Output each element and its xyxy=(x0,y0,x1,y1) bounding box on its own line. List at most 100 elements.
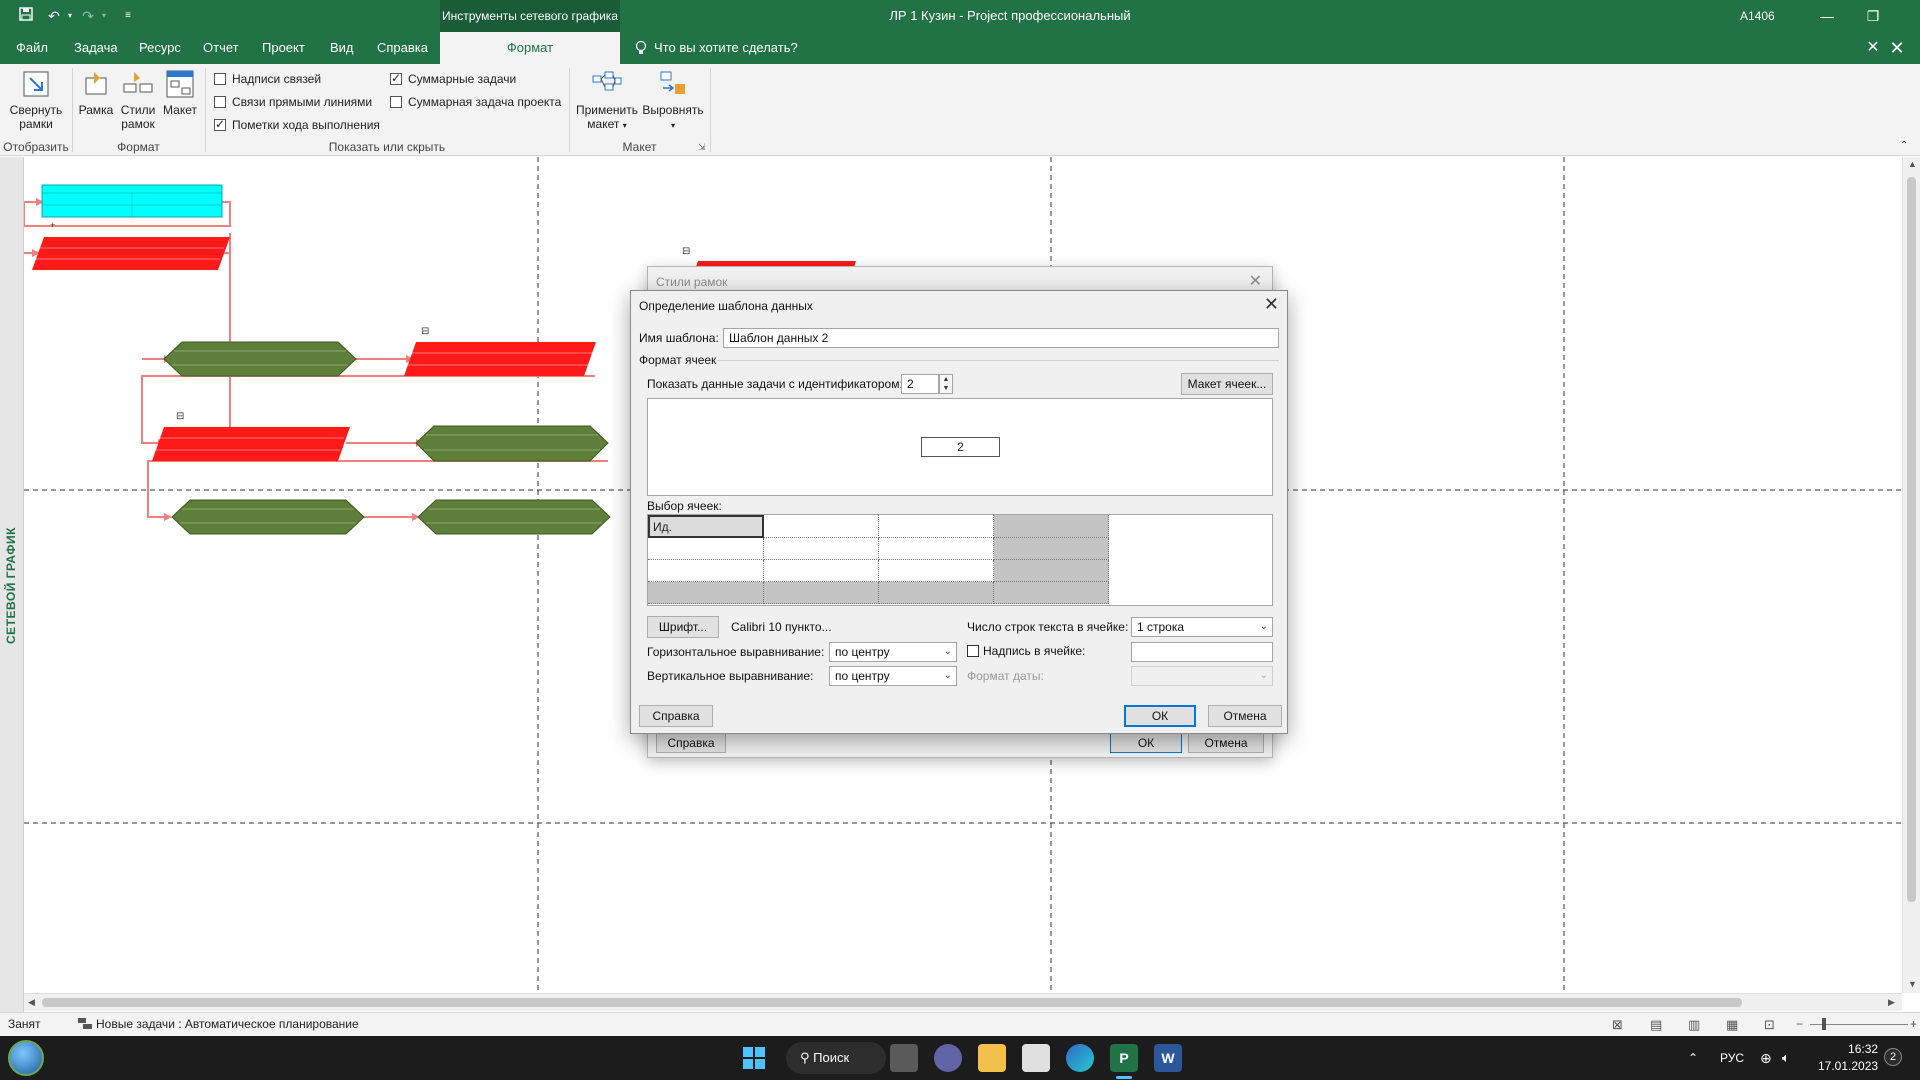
undo-dropdown-icon[interactable]: ▾ xyxy=(60,6,80,26)
word-app-icon[interactable]: W xyxy=(1154,1044,1182,1072)
scroll-left-icon[interactable]: ◀ xyxy=(28,997,35,1008)
checkbox[interactable] xyxy=(214,73,226,85)
tab-resource[interactable]: Ресурс xyxy=(137,32,183,64)
grid-cell[interactable] xyxy=(648,560,764,582)
tab-project[interactable]: Проект xyxy=(260,32,307,64)
chk-link-labels[interactable]: Надписи связей xyxy=(214,72,321,86)
font-button[interactable]: Шрифт... xyxy=(647,616,719,638)
network-icon[interactable]: ⊕ xyxy=(1760,1036,1772,1080)
zoom-slider-thumb[interactable] xyxy=(1822,1018,1826,1030)
volume-icon[interactable]: 🔈︎ xyxy=(1782,1036,1790,1080)
network-view-icon[interactable]: ⊠ xyxy=(1612,1017,1623,1033)
gantt-view-icon[interactable]: ▤ xyxy=(1650,1017,1662,1033)
tab-file[interactable]: Файл xyxy=(14,32,50,64)
sheet-view-icon[interactable]: ▦ xyxy=(1726,1017,1738,1033)
close-icon[interactable]: ✕ xyxy=(1249,271,1262,291)
grid-cell[interactable] xyxy=(764,515,879,538)
checkbox[interactable] xyxy=(967,645,979,657)
restore-icon[interactable]: ❐ xyxy=(1850,0,1896,32)
checkbox[interactable] xyxy=(390,96,402,108)
close-icon[interactable]: ✕ xyxy=(1264,294,1279,315)
grid-cell[interactable] xyxy=(879,538,994,560)
h-align-select[interactable]: по центру ⌄ xyxy=(829,642,957,662)
redo-dropdown-icon[interactable]: ▾ xyxy=(94,6,114,26)
cell-selection-grid[interactable]: Ид. xyxy=(647,514,1273,606)
help-button[interactable]: Справка xyxy=(639,705,713,727)
horizontal-scrollbar[interactable]: ◀ ▶ xyxy=(24,993,1902,1011)
cell-layout-button[interactable]: Макет ячеек... xyxy=(1181,373,1273,395)
cell-label-checkbox[interactable]: Надпись в ячейке: xyxy=(967,644,1085,658)
scroll-thumb[interactable] xyxy=(1907,177,1916,902)
box-styles-cancel-button[interactable]: Отмена xyxy=(1188,733,1264,753)
v-align-select[interactable]: по центру ⌄ xyxy=(829,666,957,686)
tab-task[interactable]: Задача xyxy=(72,32,120,64)
cancel-button[interactable]: Отмена xyxy=(1208,705,1282,727)
ok-button[interactable]: ОК xyxy=(1124,705,1196,727)
status-new-tasks[interactable]: Новые задачи : Автоматическое планирован… xyxy=(96,1017,359,1031)
grid-cell[interactable] xyxy=(764,560,879,582)
close-app-icon[interactable]: ✕ xyxy=(1874,32,1920,64)
tab-report[interactable]: Отчет xyxy=(201,32,241,64)
vertical-scrollbar[interactable]: ▲ ▼ xyxy=(1902,157,1920,993)
scroll-thumb[interactable] xyxy=(42,998,1742,1007)
tab-view[interactable]: Вид xyxy=(328,32,356,64)
checkbox[interactable] xyxy=(390,71,402,85)
taskbar-search[interactable]: ⚲ Поиск xyxy=(786,1042,886,1074)
preview-cell: 2 xyxy=(921,437,1000,457)
task-id-spinner[interactable]: ▲ ▼ xyxy=(939,374,953,394)
chk-straight-links[interactable]: Связи прямыми линиями xyxy=(214,95,372,109)
collapse-boxes-button[interactable]: Свернуть рамки xyxy=(6,68,66,131)
grid-cell[interactable] xyxy=(648,538,764,560)
chk-project-summary[interactable]: Суммарная задача проекта xyxy=(390,95,561,109)
task-usage-icon[interactable]: ▥ xyxy=(1688,1017,1700,1033)
zoom-out-icon[interactable]: − xyxy=(1796,1017,1803,1031)
box-button[interactable]: Рамка xyxy=(76,68,116,117)
grid-cell-disabled xyxy=(764,582,879,604)
apply-layout-button[interactable]: Применить макет ▾ xyxy=(574,68,640,133)
zoom-in-icon[interactable]: + xyxy=(1910,1017,1917,1031)
chk-progress-marks[interactable]: Пометки хода выполнения xyxy=(214,117,380,132)
project-app-icon[interactable]: P xyxy=(1110,1044,1138,1072)
store-icon[interactable] xyxy=(1022,1044,1050,1072)
teams-chat-icon[interactable] xyxy=(934,1044,962,1072)
notification-badge[interactable]: 2 xyxy=(1884,1048,1902,1066)
tab-format[interactable]: Формат xyxy=(440,32,620,64)
tell-me-search[interactable]: Что вы хотите сделать? xyxy=(654,32,798,64)
template-name-input[interactable]: Шаблон данных 2 xyxy=(723,328,1279,348)
box-styles-dialog-title: Стили рамок xyxy=(656,275,728,289)
layout-button[interactable]: Макет xyxy=(160,68,200,117)
grid-cell[interactable] xyxy=(879,515,994,538)
box-styles-button[interactable]: Стили рамок xyxy=(118,68,158,131)
align-button[interactable]: Выровнять ▾ xyxy=(642,68,704,133)
scroll-down-icon[interactable]: ▼ xyxy=(1908,979,1917,989)
input-language[interactable]: РУС xyxy=(1720,1036,1744,1080)
timeline-view-icon[interactable]: ⊡ xyxy=(1764,1017,1775,1033)
save-icon[interactable] xyxy=(16,6,36,26)
user-name[interactable]: A1406 xyxy=(1740,0,1775,32)
grid-cell[interactable] xyxy=(879,560,994,582)
scroll-up-icon[interactable]: ▲ xyxy=(1908,159,1917,169)
box-styles-help-button[interactable]: Справка xyxy=(656,733,726,753)
grid-cell[interactable] xyxy=(764,538,879,560)
clock[interactable]: 16:32 17.01.2023 xyxy=(1818,1041,1878,1075)
minimize-icon[interactable]: — xyxy=(1804,0,1850,32)
task-view-icon[interactable] xyxy=(890,1044,918,1072)
edge-icon[interactable] xyxy=(1066,1044,1094,1072)
task-id-input[interactable]: 2 xyxy=(901,374,939,394)
dialog-launcher-icon[interactable]: ⇲ xyxy=(698,142,706,153)
box-styles-ok-button[interactable]: ОК xyxy=(1110,733,1182,753)
collapse-ribbon-icon[interactable]: ⌃ xyxy=(1900,140,1908,151)
checkbox[interactable] xyxy=(214,96,226,108)
checkbox[interactable] xyxy=(214,117,226,131)
file-explorer-icon[interactable] xyxy=(978,1044,1006,1072)
grid-cell-id[interactable]: Ид. xyxy=(648,515,764,538)
tab-help[interactable]: Справка xyxy=(375,32,430,64)
customize-qat-icon[interactable]: ≡ xyxy=(118,6,138,26)
chk-summary-tasks[interactable]: Суммарные задачи xyxy=(390,71,516,86)
start-orb-icon[interactable] xyxy=(8,1040,44,1076)
cell-label-input[interactable] xyxy=(1131,642,1273,662)
scroll-right-icon[interactable]: ▶ xyxy=(1888,997,1895,1008)
rows-select[interactable]: 1 строка ⌄ xyxy=(1131,617,1273,637)
windows-start-icon[interactable] xyxy=(740,1044,768,1072)
tray-overflow-icon[interactable]: ⌃ xyxy=(1688,1036,1698,1080)
